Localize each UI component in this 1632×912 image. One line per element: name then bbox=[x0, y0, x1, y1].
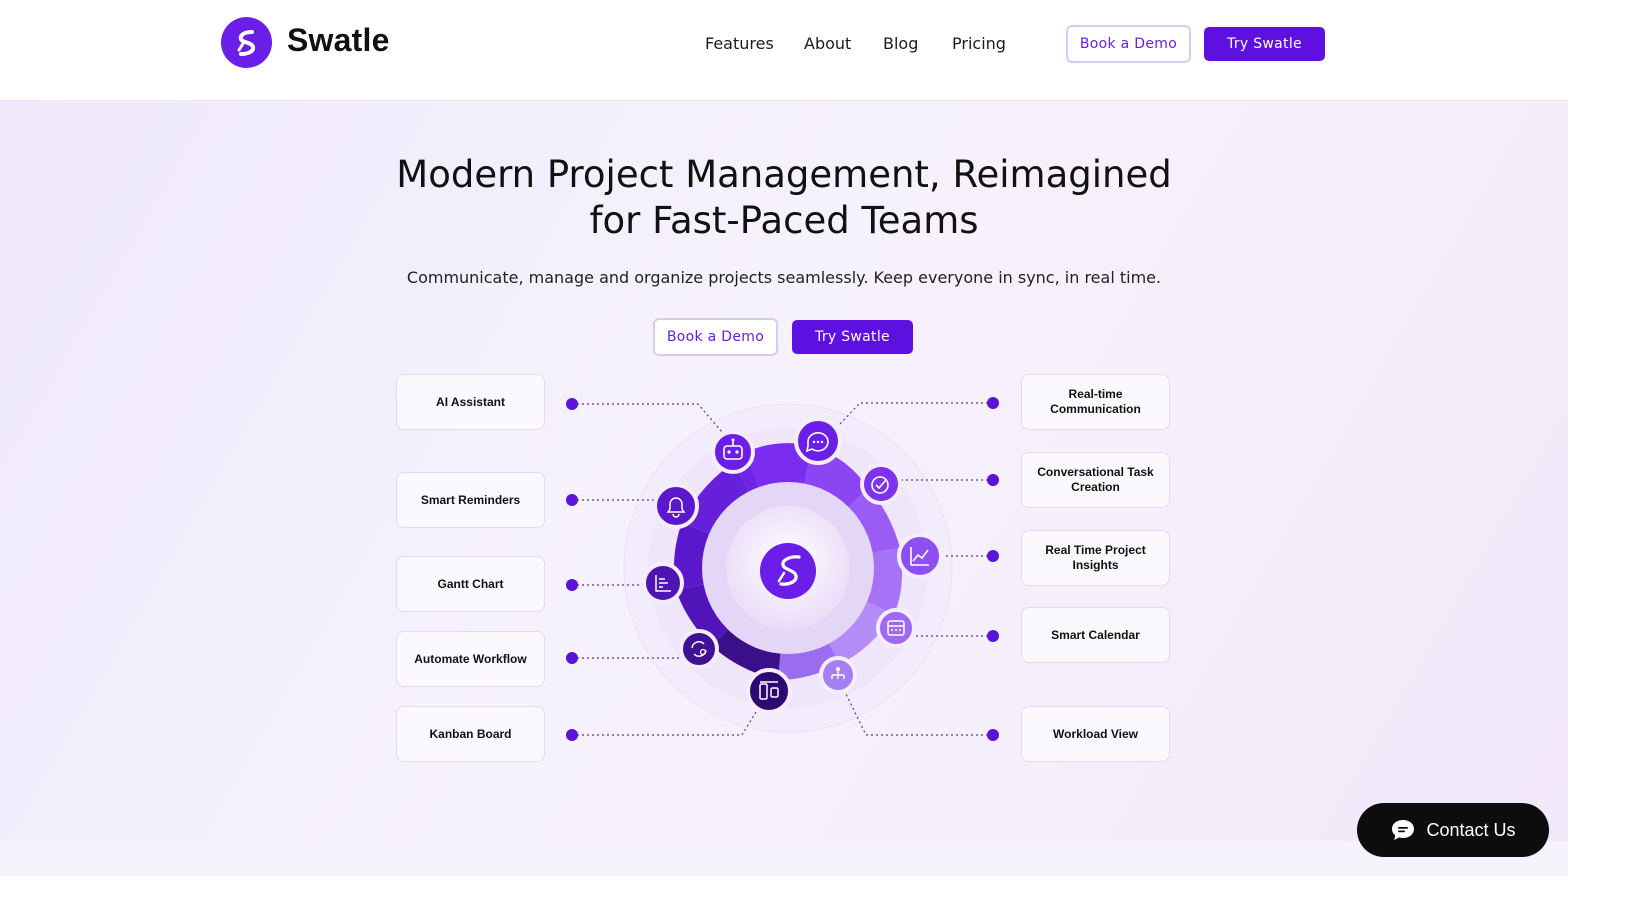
nav-blog[interactable]: Blog bbox=[883, 34, 918, 53]
swatle-logo-icon[interactable] bbox=[221, 17, 272, 68]
nav-pricing[interactable]: Pricing bbox=[952, 34, 1006, 53]
chat-icon bbox=[1392, 820, 1415, 840]
next-section-edge bbox=[0, 841, 1568, 876]
hero-book-demo-button[interactable]: Book a Demo bbox=[653, 318, 778, 356]
hero-subtitle: Communicate, manage and organize project… bbox=[406, 268, 1162, 287]
hero-title-line-1: Modern Project Management, Reimagined bbox=[396, 153, 1172, 196]
hero-title-line-2: for Fast-Paced Teams bbox=[589, 199, 979, 242]
hero-title: Modern Project Management, Reimagined fo… bbox=[0, 152, 1568, 244]
nav-about[interactable]: About bbox=[804, 34, 851, 53]
feature-card-gantt-chart[interactable]: Gantt Chart bbox=[396, 556, 545, 612]
header-try-swatle-button[interactable]: Try Swatle bbox=[1204, 27, 1325, 61]
feature-card-conversational-task-creation[interactable]: Conversational Task Creation bbox=[1021, 452, 1170, 508]
nav-features[interactable]: Features bbox=[705, 34, 774, 53]
feature-card-ai-assistant[interactable]: AI Assistant bbox=[396, 374, 545, 430]
feature-card-kanban-board[interactable]: Kanban Board bbox=[396, 706, 545, 762]
brand-name[interactable]: Swatle bbox=[287, 22, 390, 59]
feature-card-real-time-project-insights[interactable]: Real Time Project Insights bbox=[1021, 530, 1170, 586]
feature-card-workload-view[interactable]: Workload View bbox=[1021, 706, 1170, 762]
header-book-demo-button[interactable]: Book a Demo bbox=[1066, 25, 1191, 63]
hero-try-swatle-button[interactable]: Try Swatle bbox=[792, 320, 913, 354]
site-header: Swatle Features About Blog Pricing Book … bbox=[0, 0, 1568, 101]
feature-card-automate-workflow[interactable]: Automate Workflow bbox=[396, 631, 545, 687]
contact-us-label: Contact Us bbox=[1426, 819, 1516, 840]
contact-us-button[interactable]: Contact Us bbox=[1357, 803, 1549, 857]
feature-card-smart-reminders[interactable]: Smart Reminders bbox=[396, 472, 545, 528]
feature-card-smart-calendar[interactable]: Smart Calendar bbox=[1021, 607, 1170, 663]
feature-card-real-time-communication[interactable]: Real-time Communication bbox=[1021, 374, 1170, 430]
